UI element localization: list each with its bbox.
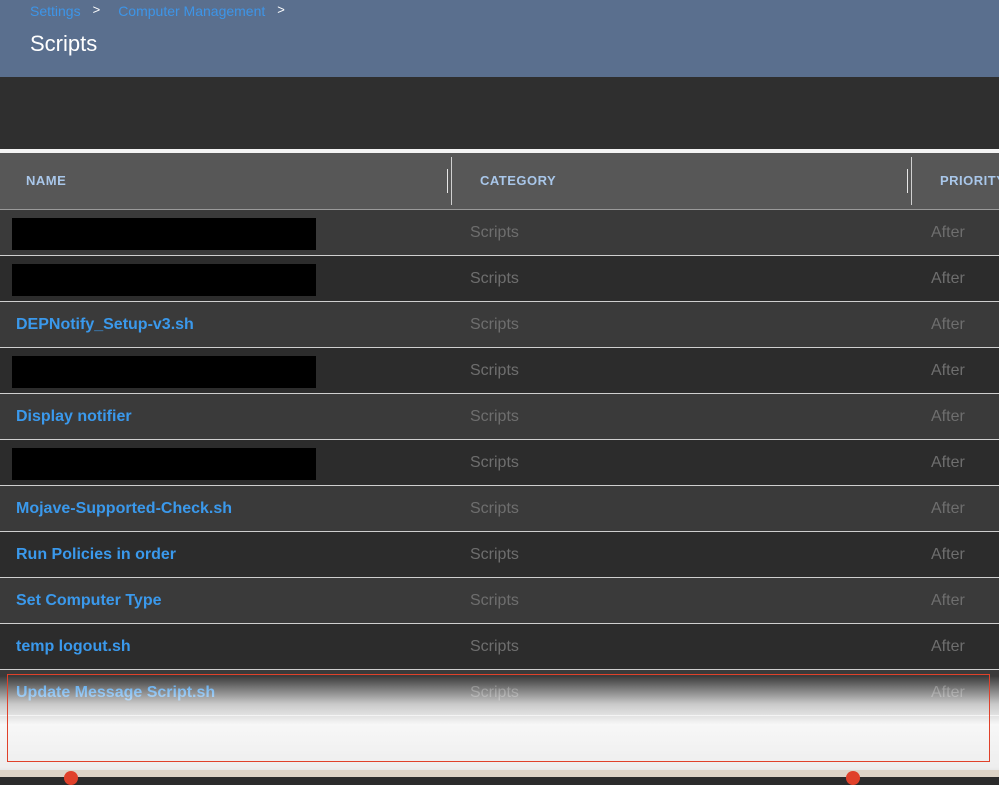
script-name-link[interactable]: Display notifier	[16, 394, 132, 439]
column-divider	[911, 157, 912, 205]
script-priority: After	[931, 684, 965, 701]
breadcrumb-separator-icon: >	[277, 1, 285, 17]
script-category: Scripts	[470, 270, 519, 287]
annotation-marker-icon	[846, 771, 860, 785]
script-priority: After	[931, 500, 965, 517]
table-body: Scripts After Scripts After DEPNotify_Setup-…	[0, 210, 999, 716]
table-row[interactable]: Scripts After	[0, 256, 999, 302]
script-category: Scripts	[470, 362, 519, 379]
column-header-priority[interactable]: PRIORITY	[940, 153, 999, 209]
column-header-name[interactable]: NAME	[26, 153, 426, 209]
table-row[interactable]: DEPNotify_Setup-v3.sh Scripts After	[0, 302, 999, 348]
script-priority: After	[931, 270, 965, 287]
table-row[interactable]: Scripts After	[0, 348, 999, 394]
redacted-name	[12, 264, 316, 296]
table-row[interactable]: Display notifier Scripts After	[0, 394, 999, 440]
table-row[interactable]: temp logout.sh Scripts After	[0, 624, 999, 670]
column-resize-handle[interactable]	[907, 157, 913, 205]
script-category: Scripts	[470, 546, 519, 563]
column-header-category[interactable]: CATEGORY	[480, 153, 880, 209]
page-title: Scripts	[30, 31, 98, 56]
script-category: Scripts	[470, 408, 519, 425]
script-name-link[interactable]: Mojave-Supported-Check.sh	[16, 486, 232, 531]
table-row[interactable]: Run Policies in order Scripts After	[0, 532, 999, 578]
toolbar-area	[0, 77, 999, 149]
table-row[interactable]: Scripts After	[0, 210, 999, 256]
redacted-name	[12, 218, 316, 250]
script-category: Scripts	[470, 638, 519, 655]
script-category: Scripts	[470, 224, 519, 241]
script-category: Scripts	[470, 316, 519, 333]
script-priority: After	[931, 454, 965, 471]
breadcrumb-computer-management[interactable]: Computer Management	[118, 3, 265, 19]
breadcrumb: Settings > Computer Management >	[30, 2, 303, 20]
script-name-link[interactable]: DEPNotify_Setup-v3.sh	[16, 302, 194, 347]
table-header: NAME CATEGORY PRIORITY	[0, 153, 999, 210]
scripts-table: NAME CATEGORY PRIORITY Scripts After Scrip…	[0, 153, 999, 716]
script-category: Scripts	[470, 454, 519, 471]
breadcrumb-settings[interactable]: Settings	[30, 3, 81, 19]
page-header: Settings > Computer Management > Scripts	[0, 0, 999, 77]
script-priority: After	[931, 224, 965, 241]
script-name-link[interactable]: temp logout.sh	[16, 624, 131, 669]
script-category: Scripts	[470, 500, 519, 517]
script-priority: After	[931, 546, 965, 563]
table-row[interactable]: Set Computer Type Scripts After	[0, 578, 999, 624]
script-name-link[interactable]: Update Message Script.sh	[16, 670, 215, 715]
table-row[interactable]: Scripts After	[0, 440, 999, 486]
script-priority: After	[931, 316, 965, 333]
column-divider	[451, 157, 452, 205]
script-category: Scripts	[470, 592, 519, 609]
column-resize-handle[interactable]	[447, 157, 453, 205]
redacted-name	[12, 448, 316, 480]
script-priority: After	[931, 408, 965, 425]
redacted-name	[12, 356, 316, 388]
script-category: Scripts	[470, 684, 519, 701]
breadcrumb-separator-icon: >	[92, 1, 101, 17]
script-name-link[interactable]: Run Policies in order	[16, 532, 176, 577]
table-row[interactable]: Update Message Script.sh Scripts After	[0, 670, 999, 716]
annotation-marker-icon	[64, 771, 78, 785]
script-name-link[interactable]: Set Computer Type	[16, 578, 162, 623]
table-row[interactable]: Mojave-Supported-Check.sh Scripts After	[0, 486, 999, 532]
script-priority: After	[931, 638, 965, 655]
script-priority: After	[931, 362, 965, 379]
script-priority: After	[931, 592, 965, 609]
